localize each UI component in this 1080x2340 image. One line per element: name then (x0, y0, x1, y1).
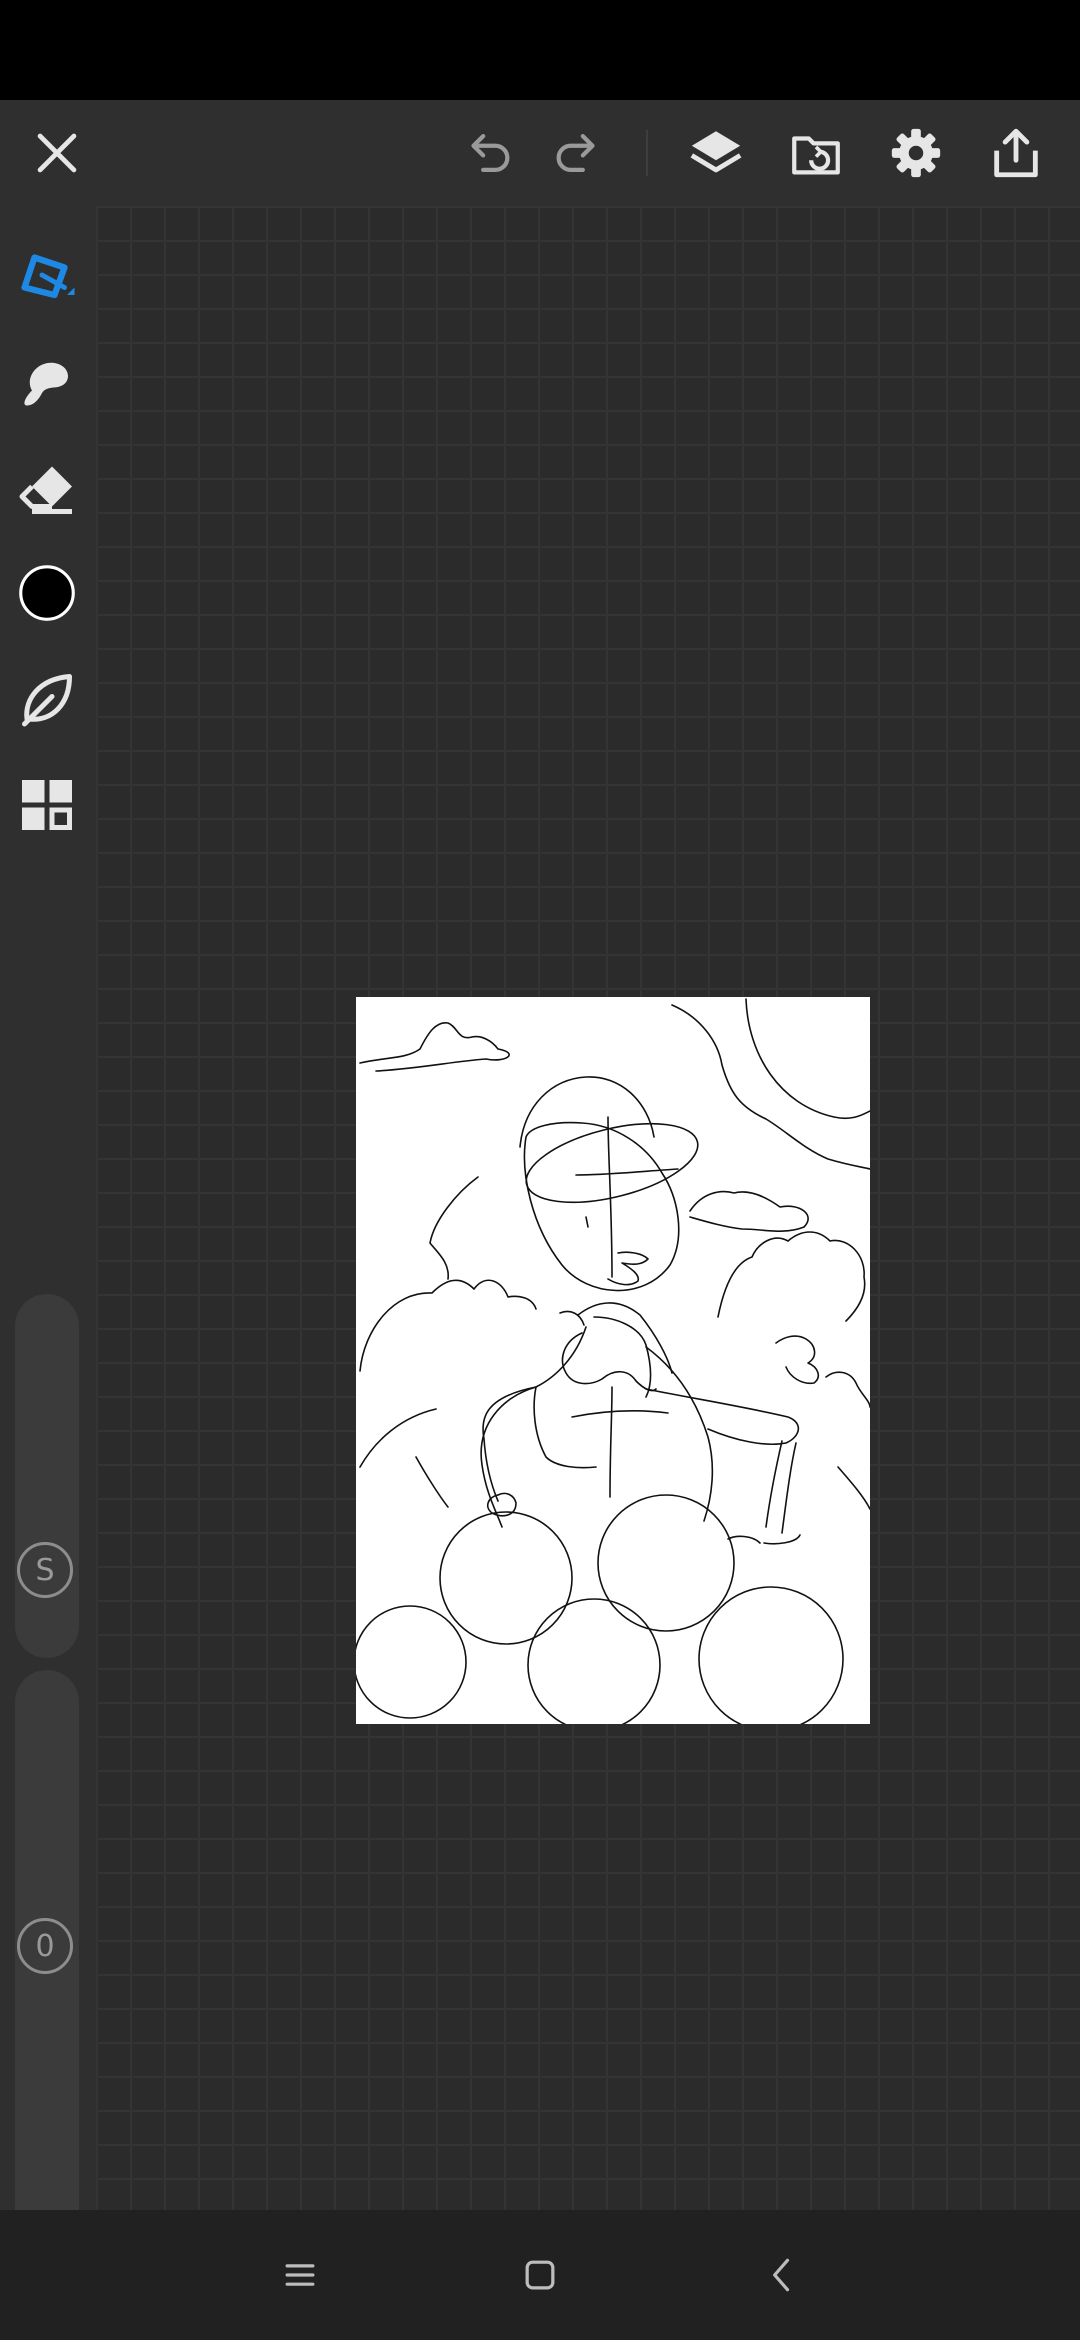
opacity-thumb[interactable]: 0 (17, 1918, 73, 1974)
brush-size-thumb[interactable]: S (17, 1542, 73, 1598)
undo-icon (471, 133, 510, 173)
drawing-canvas[interactable] (356, 997, 870, 1724)
back-icon (773, 2258, 790, 2292)
left-toolbar: S 0 (0, 206, 96, 2284)
home-icon (525, 2260, 555, 2290)
eraser-icon (19, 466, 72, 514)
recent-apps-button[interactable] (270, 2245, 330, 2305)
close-button[interactable] (24, 120, 90, 186)
eraser-tool-button[interactable] (14, 456, 80, 522)
redo-icon (556, 133, 595, 173)
redo-button[interactable] (545, 120, 611, 186)
share-button[interactable] (983, 120, 1049, 186)
smudge-tool-button[interactable] (14, 350, 80, 416)
undo-button[interactable] (455, 120, 521, 186)
grid-menu-icon (22, 780, 72, 830)
status-bar (0, 0, 1080, 100)
pen-tool-button[interactable] (14, 242, 80, 308)
back-button[interactable] (752, 2245, 812, 2305)
pen-tool-icon (21, 254, 75, 299)
canvas-area[interactable] (96, 206, 1080, 2210)
settings-button[interactable] (883, 120, 949, 186)
color-swatch[interactable] (14, 560, 80, 626)
lasso-tool-button[interactable] (14, 666, 80, 732)
top-toolbar (0, 100, 1080, 206)
gear-icon (891, 128, 941, 178)
close-icon (37, 133, 77, 173)
sketch-drawing (356, 998, 870, 1724)
system-nav-bar (0, 2210, 1080, 2340)
gallery-import-icon (792, 136, 840, 175)
menu-grid-button[interactable] (14, 772, 80, 838)
share-icon (994, 128, 1038, 178)
smudge-icon (24, 362, 68, 406)
color-swatch-circle (19, 565, 75, 621)
gallery-import-button[interactable] (783, 120, 849, 186)
toolbar-divider (646, 130, 648, 176)
recent-apps-icon (285, 2264, 315, 2286)
brush-size-label: S (35, 1552, 55, 1588)
home-button[interactable] (510, 2245, 570, 2305)
layers-icon (690, 131, 742, 173)
layers-button[interactable] (683, 120, 749, 186)
opacity-slider[interactable]: 0 (15, 1670, 79, 2284)
opacity-label: 0 (35, 1928, 55, 1964)
lasso-leaf-icon (22, 674, 72, 727)
brush-size-slider[interactable]: S (15, 1294, 79, 1658)
